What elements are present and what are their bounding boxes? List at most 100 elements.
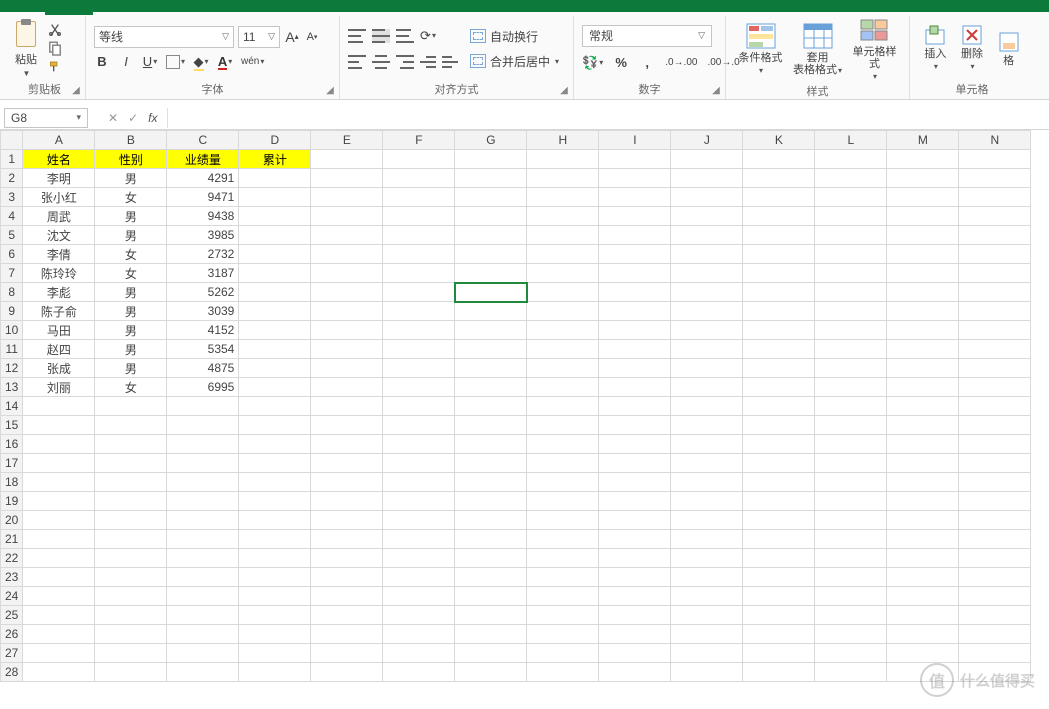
cell-H15[interactable] — [527, 416, 599, 435]
row-header-15[interactable]: 15 — [1, 416, 23, 435]
number-format-select[interactable]: 常规▽ — [582, 25, 712, 47]
cell-H9[interactable] — [527, 302, 599, 321]
cell-G21[interactable] — [455, 530, 527, 549]
cell-B19[interactable] — [95, 492, 167, 511]
cell-F25[interactable] — [383, 606, 455, 625]
cell-A3[interactable]: 张小红 — [23, 188, 95, 207]
cell-M26[interactable] — [887, 625, 959, 644]
cell-L28[interactable] — [815, 663, 887, 682]
cell-J8[interactable] — [671, 283, 743, 302]
cell-L10[interactable] — [815, 321, 887, 340]
cell-H5[interactable] — [527, 226, 599, 245]
cell-J23[interactable] — [671, 568, 743, 587]
cell-I19[interactable] — [599, 492, 671, 511]
cell-A15[interactable] — [23, 416, 95, 435]
dialog-launcher-icon[interactable]: ◢ — [557, 83, 571, 97]
cell-L14[interactable] — [815, 397, 887, 416]
row-header-3[interactable]: 3 — [1, 188, 23, 207]
cell-I5[interactable] — [599, 226, 671, 245]
row-header-12[interactable]: 12 — [1, 359, 23, 378]
cell-G10[interactable] — [455, 321, 527, 340]
cell-E8[interactable] — [311, 283, 383, 302]
cell-E23[interactable] — [311, 568, 383, 587]
cell-B6[interactable]: 女 — [95, 245, 167, 264]
cell-E22[interactable] — [311, 549, 383, 568]
cell-H13[interactable] — [527, 378, 599, 397]
cell-M5[interactable] — [887, 226, 959, 245]
cell-B23[interactable] — [95, 568, 167, 587]
cell-I15[interactable] — [599, 416, 671, 435]
cell-I13[interactable] — [599, 378, 671, 397]
cell-G18[interactable] — [455, 473, 527, 492]
cell-A7[interactable]: 陈玲玲 — [23, 264, 95, 283]
cell-K14[interactable] — [743, 397, 815, 416]
cell-I21[interactable] — [599, 530, 671, 549]
cell-J21[interactable] — [671, 530, 743, 549]
cell-G5[interactable] — [455, 226, 527, 245]
conditional-format-button[interactable]: 条件格式▾ — [734, 22, 787, 77]
row-header-27[interactable]: 27 — [1, 644, 23, 663]
column-header-D[interactable]: D — [239, 131, 311, 150]
cell-J13[interactable] — [671, 378, 743, 397]
cell-N26[interactable] — [959, 625, 1031, 644]
cell-D25[interactable] — [239, 606, 311, 625]
cell-F27[interactable] — [383, 644, 455, 663]
cell-A9[interactable]: 陈子俞 — [23, 302, 95, 321]
cell-F21[interactable] — [383, 530, 455, 549]
cell-N2[interactable] — [959, 169, 1031, 188]
cell-B2[interactable]: 男 — [95, 169, 167, 188]
cell-L19[interactable] — [815, 492, 887, 511]
cell-D27[interactable] — [239, 644, 311, 663]
cell-I12[interactable] — [599, 359, 671, 378]
cell-M25[interactable] — [887, 606, 959, 625]
cell-N9[interactable] — [959, 302, 1031, 321]
cell-H27[interactable] — [527, 644, 599, 663]
cell-I1[interactable] — [599, 150, 671, 169]
cell-K4[interactable] — [743, 207, 815, 226]
format-button[interactable]: 格 — [991, 31, 1026, 67]
cell-D17[interactable] — [239, 454, 311, 473]
cell-D14[interactable] — [239, 397, 311, 416]
row-header-13[interactable]: 13 — [1, 378, 23, 397]
cell-C1[interactable]: 业绩量 — [167, 150, 239, 169]
cell-N16[interactable] — [959, 435, 1031, 454]
cell-N22[interactable] — [959, 549, 1031, 568]
row-header-16[interactable]: 16 — [1, 435, 23, 454]
cell-F17[interactable] — [383, 454, 455, 473]
italic-button[interactable]: I — [118, 52, 134, 72]
cell-A18[interactable] — [23, 473, 95, 492]
cell-A19[interactable] — [23, 492, 95, 511]
cell-B4[interactable]: 男 — [95, 207, 167, 226]
cell-E7[interactable] — [311, 264, 383, 283]
cell-K9[interactable] — [743, 302, 815, 321]
percent-button[interactable]: % — [613, 53, 629, 73]
cell-J9[interactable] — [671, 302, 743, 321]
row-header-20[interactable]: 20 — [1, 511, 23, 530]
cell-F18[interactable] — [383, 473, 455, 492]
cell-D9[interactable] — [239, 302, 311, 321]
cell-K6[interactable] — [743, 245, 815, 264]
cell-J4[interactable] — [671, 207, 743, 226]
cell-N17[interactable] — [959, 454, 1031, 473]
cell-E14[interactable] — [311, 397, 383, 416]
row-header-26[interactable]: 26 — [1, 625, 23, 644]
cell-N27[interactable] — [959, 644, 1031, 663]
cell-K11[interactable] — [743, 340, 815, 359]
cell-J15[interactable] — [671, 416, 743, 435]
cell-G9[interactable] — [455, 302, 527, 321]
cell-E28[interactable] — [311, 663, 383, 682]
cell-L18[interactable] — [815, 473, 887, 492]
cell-J24[interactable] — [671, 587, 743, 606]
cell-H11[interactable] — [527, 340, 599, 359]
cell-J1[interactable] — [671, 150, 743, 169]
column-header-N[interactable]: N — [959, 131, 1031, 150]
cell-A1[interactable]: 姓名 — [23, 150, 95, 169]
cell-B9[interactable]: 男 — [95, 302, 167, 321]
cell-D20[interactable] — [239, 511, 311, 530]
cell-B16[interactable] — [95, 435, 167, 454]
row-header-21[interactable]: 21 — [1, 530, 23, 549]
cell-M21[interactable] — [887, 530, 959, 549]
cell-F15[interactable] — [383, 416, 455, 435]
cell-K7[interactable] — [743, 264, 815, 283]
cell-A26[interactable] — [23, 625, 95, 644]
